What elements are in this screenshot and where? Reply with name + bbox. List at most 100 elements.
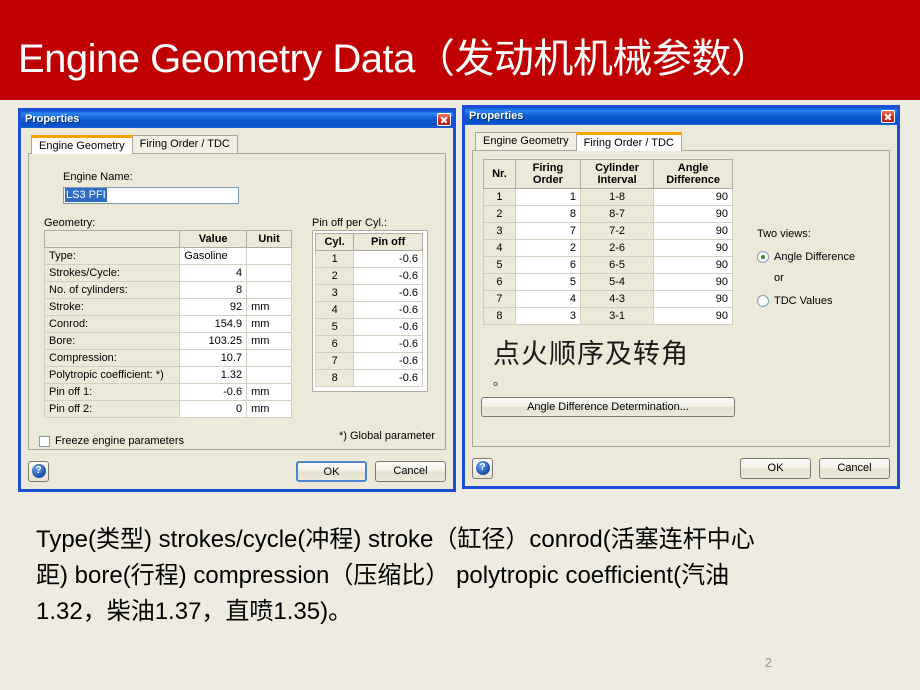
- row-angle-difference[interactable]: 90: [653, 222, 733, 240]
- row-angle-difference[interactable]: 90: [653, 290, 733, 308]
- firing-order-columns: Nr. Firing Order Cylinder Interval Angle…: [481, 159, 879, 417]
- row-unit: mm: [246, 298, 292, 316]
- global-parameter-note: *) Global parameter: [339, 430, 435, 442]
- row-value[interactable]: 8: [179, 281, 248, 299]
- table-row[interactable]: Pin off 1: -0.6 mm: [43, 383, 292, 401]
- cyl-number: 8: [314, 369, 355, 387]
- row-angle-difference[interactable]: 90: [653, 205, 733, 223]
- row-firing-order[interactable]: 3: [514, 307, 581, 325]
- cancel-button[interactable]: Cancel: [375, 460, 446, 482]
- row-label: Type:: [43, 247, 181, 265]
- pin-off-value[interactable]: -0.6: [353, 318, 423, 336]
- table-row[interactable]: Pin off 2: 0 mm: [43, 400, 292, 418]
- tab-engine-geometry[interactable]: Engine Geometry: [31, 135, 133, 154]
- row-firing-order[interactable]: 8: [514, 205, 581, 223]
- tab-firing-order-tdc[interactable]: Firing Order / TDC: [131, 135, 238, 154]
- table-row[interactable]: 1 1 1-8 90: [483, 188, 733, 206]
- row-value[interactable]: 92: [179, 298, 248, 316]
- row-angle-difference[interactable]: 90: [653, 307, 733, 325]
- row-nr: 4: [483, 239, 516, 257]
- row-angle-difference[interactable]: 90: [653, 188, 733, 206]
- help-button[interactable]: ?: [28, 460, 49, 482]
- table-row[interactable]: 2 8 8-7 90: [483, 205, 733, 223]
- table-row[interactable]: 6 -0.6: [314, 335, 423, 353]
- pin-off-value[interactable]: -0.6: [353, 352, 423, 370]
- radio-tdc-values[interactable]: [757, 295, 769, 307]
- cyl-number: 6: [314, 335, 355, 353]
- table-row[interactable]: 6 5 5-4 90: [483, 273, 733, 291]
- help-button[interactable]: ?: [472, 457, 493, 479]
- row-firing-order[interactable]: 1: [514, 188, 581, 206]
- table-row[interactable]: 2 -0.6: [314, 267, 423, 285]
- row-value[interactable]: 0: [179, 400, 248, 418]
- row-firing-order[interactable]: 4: [514, 290, 581, 308]
- row-firing-order[interactable]: 2: [514, 239, 581, 257]
- row-unit: [246, 247, 292, 265]
- row-firing-order[interactable]: 7: [514, 222, 581, 240]
- table-row[interactable]: Stroke: 92 mm: [43, 298, 292, 316]
- ok-button[interactable]: OK: [296, 460, 367, 482]
- pin-off-value[interactable]: -0.6: [353, 267, 423, 285]
- close-icon[interactable]: [437, 113, 451, 126]
- freeze-engine-parameters-checkbox[interactable]: [39, 435, 50, 447]
- row-value[interactable]: 4: [179, 264, 248, 282]
- angle-difference-determination-button[interactable]: Angle Difference Determination...: [481, 397, 735, 417]
- pin-off-col-pin: Pin off: [353, 233, 423, 251]
- geometry-table[interactable]: Value Unit Type: Gasoline Strokes/Cycle:…: [43, 230, 292, 418]
- chinese-annotation-period: 。: [493, 373, 507, 388]
- table-row[interactable]: Compression: 10.7: [43, 349, 292, 367]
- geometry-col-name: [43, 230, 181, 248]
- row-unit: [246, 281, 292, 299]
- row-angle-difference[interactable]: 90: [653, 239, 733, 257]
- table-row[interactable]: 3 -0.6: [314, 284, 423, 302]
- row-angle-difference[interactable]: 90: [653, 273, 733, 291]
- table-row[interactable]: 7 -0.6: [314, 352, 423, 370]
- table-row[interactable]: Conrod: 154.9 mm: [43, 315, 292, 333]
- geometry-col-value: Value: [179, 230, 248, 248]
- pin-off-value[interactable]: -0.6: [353, 301, 423, 319]
- table-row[interactable]: 5 6 6-5 90: [483, 256, 733, 274]
- row-firing-order[interactable]: 5: [514, 273, 581, 291]
- tab-firing-order-tdc[interactable]: Firing Order / TDC: [575, 132, 682, 151]
- table-row[interactable]: Polytropic coefficient: *) 1.32: [43, 366, 292, 384]
- pin-off-table[interactable]: Cyl. Pin off 1 -0.6 2 -0.6 3 -0.6 4 -0.6…: [314, 233, 423, 387]
- table-row[interactable]: 7 4 4-3 90: [483, 290, 733, 308]
- table-row[interactable]: 8 3 3-1 90: [483, 307, 733, 325]
- table-row[interactable]: Bore: 103.25 mm: [43, 332, 292, 350]
- row-value[interactable]: 154.9: [179, 315, 248, 333]
- cancel-button[interactable]: Cancel: [819, 457, 890, 479]
- pin-off-value[interactable]: -0.6: [353, 284, 423, 302]
- table-row[interactable]: No. of cylinders: 8: [43, 281, 292, 299]
- row-value[interactable]: -0.6: [179, 383, 248, 401]
- table-row[interactable]: 5 -0.6: [314, 318, 423, 336]
- pin-off-value[interactable]: -0.6: [353, 250, 423, 268]
- table-row[interactable]: 4 2 2-6 90: [483, 239, 733, 257]
- left-dialog-footer: ? OK Cancel: [28, 459, 446, 483]
- table-row[interactable]: 1 -0.6: [314, 250, 423, 268]
- row-value[interactable]: Gasoline: [179, 247, 248, 265]
- row-nr: 7: [483, 290, 516, 308]
- engine-name-input[interactable]: LS3 PFI: [63, 187, 239, 204]
- pin-off-value[interactable]: -0.6: [353, 335, 423, 353]
- pin-off-value[interactable]: -0.6: [353, 369, 423, 387]
- firing-order-table[interactable]: Nr. Firing Order Cylinder Interval Angle…: [483, 159, 733, 325]
- table-row[interactable]: 8 -0.6: [314, 369, 423, 387]
- tab-engine-geometry[interactable]: Engine Geometry: [475, 132, 577, 151]
- table-row[interactable]: 4 -0.6: [314, 301, 423, 319]
- radio-angle-difference-row[interactable]: Angle Difference: [757, 250, 879, 264]
- table-row[interactable]: Strokes/Cycle: 4: [43, 264, 292, 282]
- ok-button[interactable]: OK: [740, 457, 811, 479]
- close-icon[interactable]: [881, 110, 895, 123]
- freeze-engine-parameters-row[interactable]: Freeze engine parameters: [39, 434, 184, 448]
- row-firing-order[interactable]: 6: [514, 256, 581, 274]
- radio-tdc-values-row[interactable]: TDC Values: [757, 294, 879, 308]
- row-interval: 2-6: [579, 239, 655, 257]
- row-value[interactable]: 103.25: [179, 332, 248, 350]
- table-row[interactable]: Type: Gasoline: [43, 247, 292, 265]
- row-angle-difference[interactable]: 90: [653, 256, 733, 274]
- row-value[interactable]: 10.7: [179, 349, 248, 367]
- firing-col-angle-difference: Angle Difference: [653, 159, 733, 189]
- row-value[interactable]: 1.32: [179, 366, 248, 384]
- table-row[interactable]: 3 7 7-2 90: [483, 222, 733, 240]
- radio-angle-difference[interactable]: [757, 251, 769, 263]
